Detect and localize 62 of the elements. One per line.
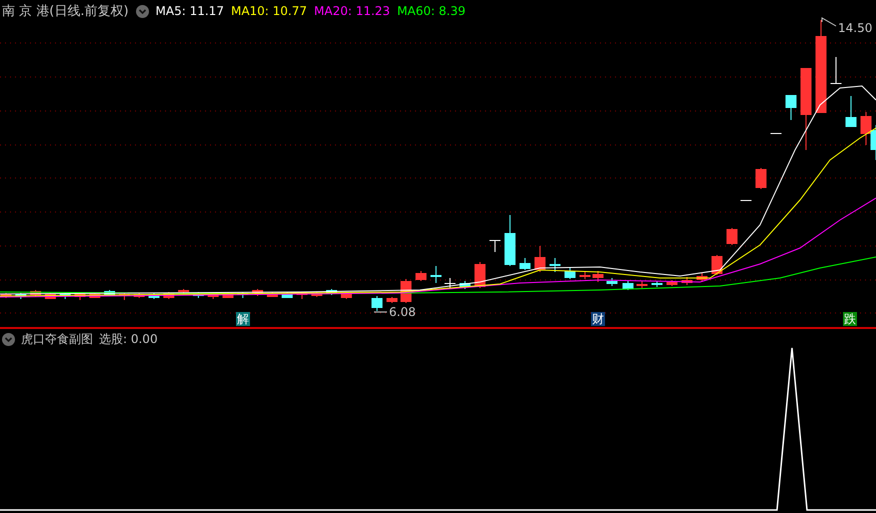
candlestick [846,96,856,128]
candlestick [178,288,190,294]
candlestick [386,296,398,304]
candlestick [786,94,796,120]
candlestick [296,292,308,300]
event-marker[interactable]: 跌 [843,312,857,326]
candlestick [830,56,842,84]
candlestick [326,288,338,296]
candlestick [252,288,264,296]
event-marker[interactable]: 财 [591,312,605,326]
candlestick [520,258,530,270]
dropdown-icon[interactable] [2,332,15,346]
dropdown-icon[interactable] [136,4,149,18]
leader-line [822,17,836,26]
candlestick [416,270,426,282]
candlestick [652,280,662,288]
candlestick [0,292,12,298]
moving-average-reading: MA60: 8.39 [397,4,466,18]
candlestick [682,276,692,286]
candlestick [726,228,738,246]
candlestick [534,246,546,272]
stock-title: 南 京 港(日线.前复权) [2,3,129,20]
candlestick [104,290,116,296]
candlestick [89,292,100,298]
indicator-reading: 选股: 0.00 [99,330,158,348]
candlestick [60,292,71,300]
candlestick [504,214,516,266]
candlestick [666,280,678,286]
candlestick [696,272,708,282]
candlestick [444,278,456,288]
event-marker[interactable]: 解 [236,312,250,326]
candlestick [74,292,86,300]
candlestick [740,200,752,202]
indicator-title: 虎口夺食副图 [21,330,93,348]
candlestick [622,280,634,290]
candlestick [580,272,590,280]
candlestick [372,296,382,312]
candlestick [311,292,322,298]
candlestick [564,268,576,280]
candlestick [266,292,278,298]
candlestick [606,278,618,286]
candlestick [134,292,145,298]
candlestick [282,292,293,298]
moving-average-reading: MA20: 11.23 [314,4,390,18]
moving-average-reading: MA10: 10.77 [230,4,308,18]
candlestick [592,270,604,282]
candlestick [712,254,722,276]
candlestick [460,280,470,290]
candlestick [163,292,174,300]
candlestick [340,292,352,300]
candlestick [756,168,766,190]
candlestick [30,290,42,298]
low-price-label: 6.08 [389,305,416,319]
moving-average-reading: MA5: 11.17 [156,4,224,18]
candlestick [490,240,500,252]
candlestick [430,266,442,284]
candlestick [770,132,782,134]
candlestick [44,292,56,299]
high-price-label: 14.50 [838,21,872,35]
candlestick [636,280,648,288]
candlestick [550,258,560,272]
candlestick [15,292,26,300]
